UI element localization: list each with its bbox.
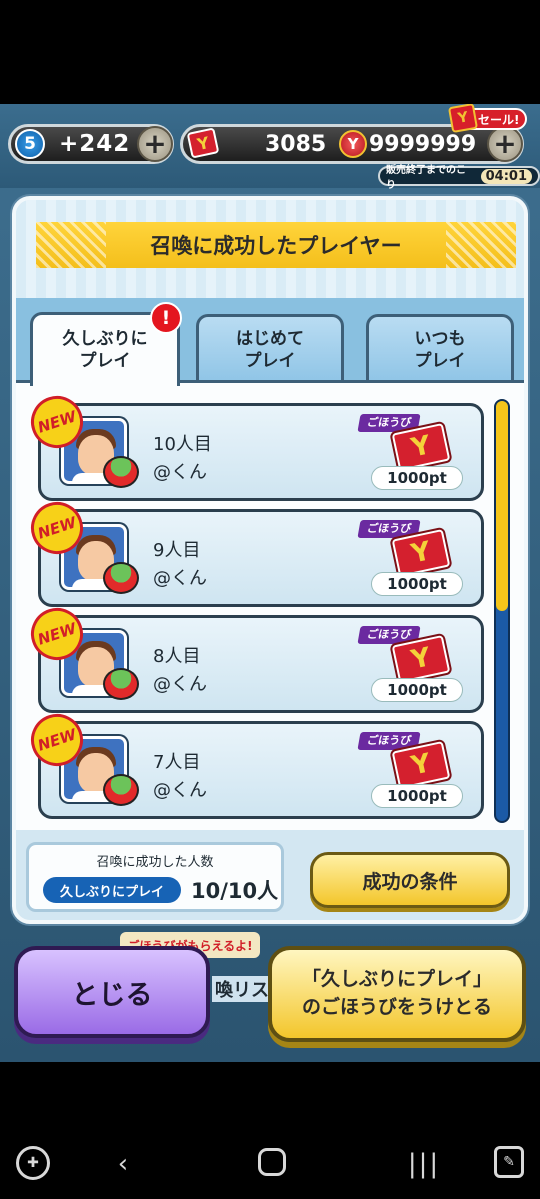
home-icon[interactable] [258, 1148, 286, 1176]
claim-reward-line2: のごほうびをうけとる [301, 996, 492, 1018]
yokai-medal-icon [103, 668, 139, 700]
tab-bar: 久しぶりに プレイ ! はじめて プレイ いつも プレイ [16, 298, 524, 386]
list-item[interactable]: NEW 7人目 @くん ごほうび Y 1000pt [24, 707, 484, 819]
add-stamina-button[interactable]: + [137, 126, 173, 162]
player-name: @くん [153, 674, 207, 695]
stamina-pill: 5 +242 + [8, 124, 174, 164]
tab-label-line2: プレイ [244, 350, 296, 371]
yokai-medal-icon [103, 774, 139, 806]
alert-icon: ! [150, 302, 182, 334]
reward-points: 1000pt [371, 572, 463, 596]
sale-label: セール! [478, 112, 520, 127]
summon-count-value: 10/10人 [191, 879, 279, 903]
player-name: @くん [153, 462, 207, 483]
list-item[interactable]: NEW 10人目 @くん ごほうび Y 1000pt [24, 389, 484, 501]
summon-order: 9人目 [153, 540, 201, 561]
summon-count-category: 久しぶりにプレイ [43, 877, 181, 903]
success-conditions-button[interactable]: 成功の条件 [310, 852, 510, 908]
dialog-header: 召喚に成功したプレイヤー [16, 200, 524, 298]
screen: 5 +242 + Y 3085 Y 9999999 + Y セール! 販売終了ま… [0, 0, 540, 1199]
tab-label: いつも プレイ [415, 329, 466, 372]
coin-icon: Y [339, 130, 367, 158]
dialog-footer: 召喚に成功した人数 久しぶりにプレイ 10/10人 成功の条件 [16, 830, 524, 920]
coins-value: 9999999 [369, 132, 477, 157]
sale-timer-value: 04:01 [480, 168, 532, 184]
reward-points: 1000pt [371, 466, 463, 490]
tab-label-line2: プレイ [79, 350, 131, 371]
list-scrollbar[interactable] [494, 399, 510, 823]
tab-label: 久しぶりに プレイ [63, 329, 148, 372]
claim-reward-line1: 「久しぶりにプレイ」 [301, 968, 492, 991]
tab-always-play[interactable]: いつも プレイ [366, 314, 514, 384]
summon-count-title: 召喚に成功した人数 [96, 855, 214, 870]
yokai-medal-icon [103, 562, 139, 594]
sale-timer-label: 販売終了までのこり [386, 165, 466, 191]
summon-players-dialog: 召喚に成功したプレイヤー 久しぶりに プレイ ! はじめて プレイ いつも プレ… [12, 196, 528, 924]
currency-pill: Y 3085 Y 9999999 + [180, 124, 524, 164]
reward-points: 1000pt [371, 784, 463, 808]
level-badge: 5 [15, 129, 45, 159]
player-list[interactable]: NEW 10人目 @くん ごほうび Y 1000pt NEW 9人目 @くん ご… [16, 380, 524, 830]
ticket-icon: Y [186, 127, 220, 159]
tab-label-line1: 久しぶりに [62, 329, 148, 350]
tab-label-line2: プレイ [414, 350, 466, 371]
stamina-value: +242 [59, 131, 131, 157]
summon-order: 7人目 [153, 752, 201, 773]
sale-y-icon: Y [447, 104, 479, 134]
summon-count-box: 召喚に成功した人数 久しぶりにプレイ 10/10人 [26, 842, 284, 912]
sale-badge[interactable]: Y セール! [447, 104, 528, 134]
summon-order: 10人目 [153, 434, 212, 455]
sale-timer: 販売終了までのこり 04:01 [378, 165, 540, 191]
yokai-medal-icon [103, 456, 139, 488]
close-button[interactable]: とじる [14, 946, 210, 1038]
assistant-tool-icon[interactable]: ✎ [494, 1146, 524, 1178]
tab-label: はじめて プレイ [236, 329, 304, 372]
tab-first-play[interactable]: はじめて プレイ [196, 314, 344, 384]
player-name: @くん [153, 568, 207, 589]
list-item[interactable]: NEW 8人目 @くん ごほうび Y 1000pt [24, 601, 484, 713]
background-list-label: 喚リス [212, 976, 272, 1002]
currency-bar: 5 +242 + Y 3085 Y 9999999 + Y セール! 販売終了ま… [0, 104, 540, 191]
summon-order: 8人目 [153, 646, 201, 667]
points-value: 3085 [265, 132, 327, 157]
game-tools-icon[interactable]: ✚ [16, 1146, 50, 1180]
add-coins-button[interactable]: + [487, 126, 523, 162]
claim-reward-button[interactable]: 「久しぶりにプレイ」 のごほうびをうけとる [268, 946, 526, 1042]
dialog-title: 召喚に成功したプレイヤー [36, 222, 516, 268]
tab-label-line1: はじめて [236, 329, 304, 350]
list-item[interactable]: NEW 9人目 @くん ごほうび Y 1000pt [24, 495, 484, 607]
scrollbar-thumb[interactable] [496, 401, 508, 611]
recent-apps-icon[interactable]: ||| [408, 1144, 440, 1184]
system-nav-bar: ✚ ‹ ||| ✎ [0, 1062, 540, 1199]
player-name: @くん [153, 780, 207, 801]
back-icon[interactable]: ‹ [108, 1144, 138, 1184]
reward-points: 1000pt [371, 678, 463, 702]
game-area: 5 +242 + Y 3085 Y 9999999 + Y セール! 販売終了ま… [0, 104, 540, 1062]
tab-label-line1: いつも [414, 329, 466, 350]
